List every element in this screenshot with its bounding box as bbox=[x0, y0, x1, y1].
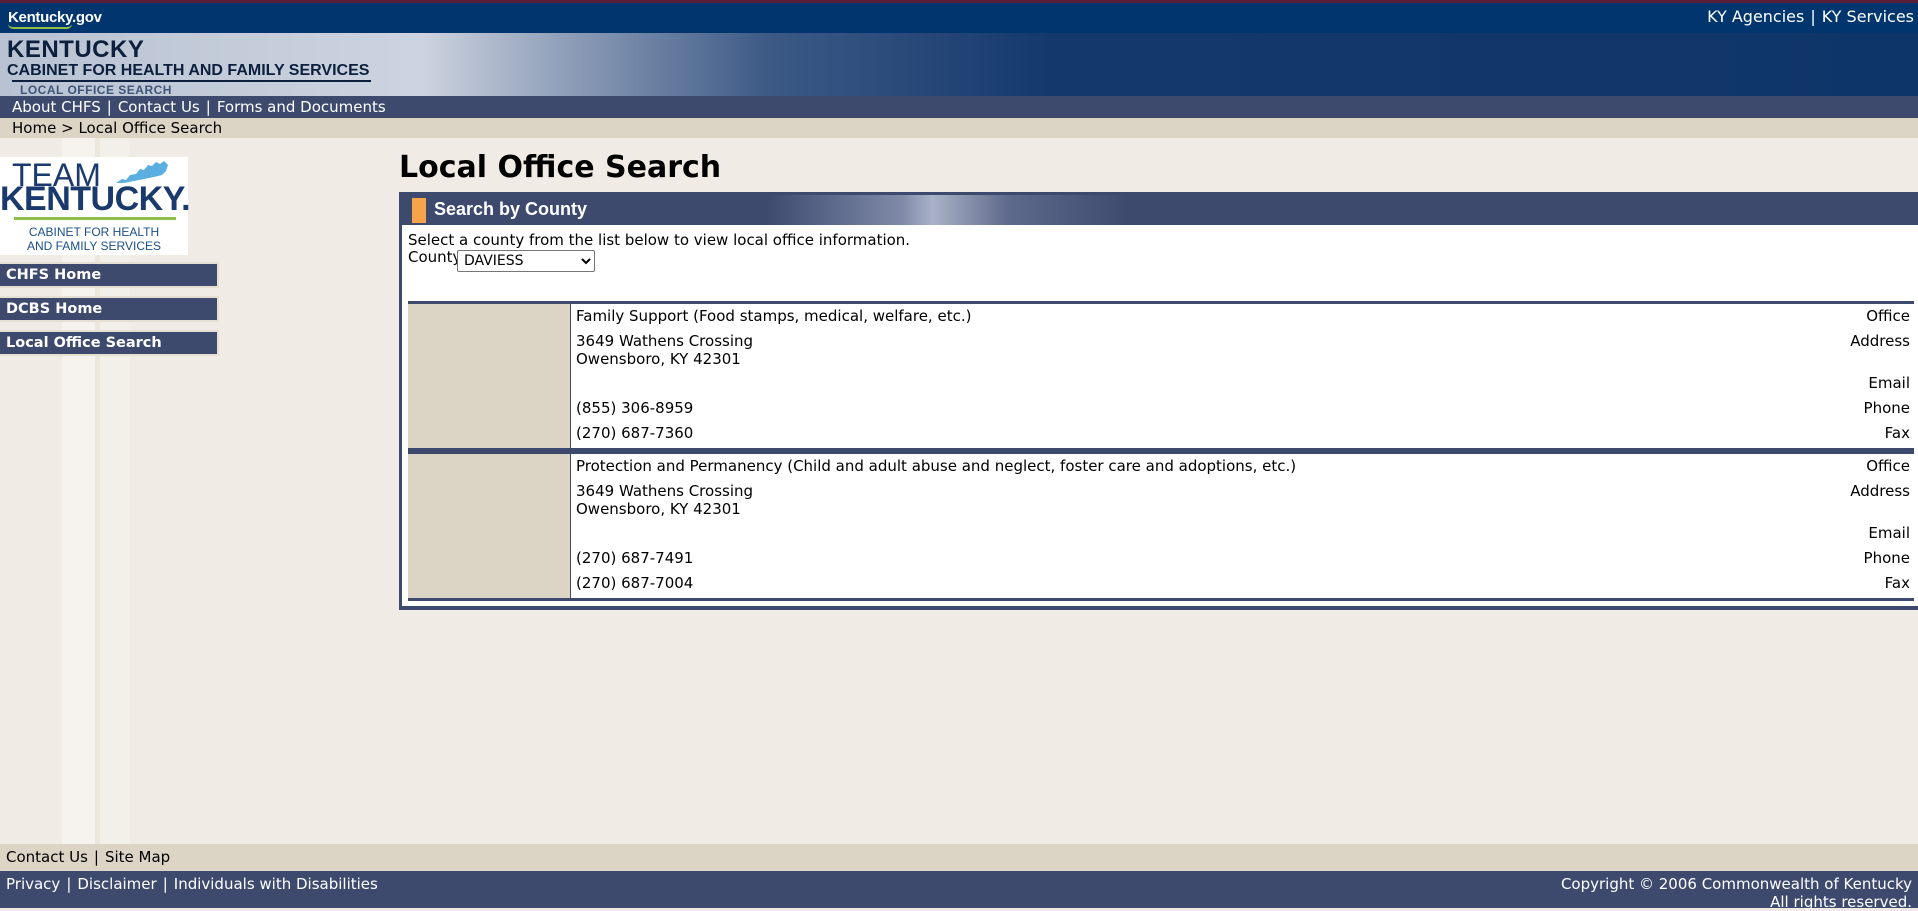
county-label: County bbox=[408, 248, 462, 266]
office-label: Office bbox=[1866, 457, 1910, 475]
address-line2: Owensboro, KY 42301 bbox=[576, 350, 741, 368]
footer-disabilities[interactable]: Individuals with Disabilities bbox=[174, 875, 378, 893]
county-select[interactable]: DAVIESS bbox=[457, 250, 595, 272]
banner-subtitle: LOCAL OFFICE SEARCH bbox=[20, 83, 172, 97]
sidebar-item-dcbs-home[interactable]: DCBS Home bbox=[0, 296, 219, 322]
copyright-line1: Copyright © 2006 Commonwealth of Kentuck… bbox=[1560, 875, 1912, 893]
office-record-2: Office Protection and Permanency (Child a… bbox=[408, 451, 1914, 601]
ky-agencies-link[interactable]: KY Agencies bbox=[1707, 7, 1804, 26]
footer-separator: | bbox=[93, 848, 99, 866]
fax-label: Fax bbox=[1884, 424, 1910, 442]
panel-header: Search by County bbox=[402, 195, 1918, 225]
intro-text: Select a county from the list below to v… bbox=[408, 231, 911, 249]
banner-rule bbox=[12, 80, 371, 82]
banner-cabinet: CABINET FOR HEALTH AND FAMILY SERVICES bbox=[7, 62, 370, 79]
panel-accent bbox=[412, 198, 426, 223]
page-title: Local Office Search bbox=[399, 150, 722, 185]
nav-separator: | bbox=[205, 98, 211, 116]
office-address: 3649 Wathens Crossing Owensboro, KY 42301 bbox=[576, 482, 753, 518]
office-name: Protection and Permanency (Child and adu… bbox=[576, 457, 1297, 475]
county-row: County DAVIESS bbox=[408, 248, 595, 272]
ky-services-link[interactable]: KY Services bbox=[1822, 7, 1914, 26]
office-name: Family Support (Food stamps, medical, we… bbox=[576, 307, 972, 325]
footer-separator: | bbox=[162, 875, 168, 893]
logo-divider bbox=[14, 217, 176, 220]
copyright-line2: All rights reserved. bbox=[1770, 893, 1912, 911]
sidebar-item-chfs-home[interactable]: CHFS Home bbox=[0, 262, 219, 288]
cabinet-banner: KENTUCKY CABINET FOR HEALTH AND FAMILY S… bbox=[0, 33, 1918, 97]
kygov-logo-text: Kentucky.gov bbox=[8, 9, 102, 26]
link-separator: | bbox=[1810, 7, 1816, 26]
footer-links-bar: Contact Us | Site Map bbox=[0, 844, 1918, 871]
sidebar-item-local-office-search[interactable]: Local Office Search bbox=[0, 330, 219, 356]
office-fax: (270) 687-7004 bbox=[576, 574, 694, 592]
top-right-links: KY Agencies | KY Services bbox=[1707, 7, 1914, 26]
email-label: Email bbox=[1868, 524, 1910, 542]
banner-kentucky: KENTUCKY bbox=[7, 36, 145, 63]
kygov-logo-link[interactable]: Kentucky.gov bbox=[8, 9, 102, 29]
breadcrumb: Home > Local Office Search bbox=[0, 118, 1918, 138]
footer-separator: | bbox=[66, 875, 72, 893]
phone-label: Phone bbox=[1863, 399, 1910, 417]
fax-label: Fax bbox=[1884, 574, 1910, 592]
footer-site-map[interactable]: Site Map bbox=[105, 848, 170, 866]
footer-legal-bar: Privacy | Disclaimer | Individuals with Disa… bbox=[0, 871, 1918, 911]
nav-about-chfs[interactable]: About CHFS bbox=[12, 98, 101, 116]
address-label: Address bbox=[1850, 332, 1910, 350]
office-fax: (270) 687-7360 bbox=[576, 424, 694, 442]
logo-sub-line2: AND FAMILY SERVICES bbox=[26, 239, 162, 253]
team-kentucky-logo[interactable]: TEAM KENTUCKY. CABINET FOR HEALTH AND FA… bbox=[0, 157, 191, 255]
search-panel: Search by County Select a county from th… bbox=[399, 192, 1918, 610]
email-label: Email bbox=[1868, 374, 1910, 392]
office-phone: (270) 687-7491 bbox=[576, 549, 694, 567]
office-phone: (855) 306-8959 bbox=[576, 399, 694, 417]
office-record-1: Office Family Support (Food stamps, medic… bbox=[408, 301, 1914, 451]
nav-contact-us[interactable]: Contact Us bbox=[118, 98, 200, 116]
breadcrumb-separator: > bbox=[61, 119, 74, 137]
panel-title: Search by County bbox=[434, 199, 588, 219]
address-label: Address bbox=[1850, 482, 1910, 500]
footer-privacy[interactable]: Privacy bbox=[6, 875, 60, 893]
address-line1: 3649 Wathens Crossing bbox=[576, 482, 754, 500]
copyright: Copyright © 2006 Commonwealth of Kentuck… bbox=[1561, 875, 1912, 911]
address-line1: 3649 Wathens Crossing bbox=[576, 332, 754, 350]
breadcrumb-current: Local Office Search bbox=[78, 119, 223, 137]
address-line2: Owensboro, KY 42301 bbox=[576, 500, 741, 518]
breadcrumb-home[interactable]: Home bbox=[12, 119, 56, 137]
logo-sub-line1: CABINET FOR HEALTH bbox=[28, 225, 160, 239]
logo-kentucky-text: KENTUCKY. bbox=[0, 180, 191, 218]
footer-disclaimer[interactable]: Disclaimer bbox=[77, 875, 156, 893]
phone-label: Phone bbox=[1863, 549, 1910, 567]
sidebar-nav: CHFS Home DCBS Home Local Office Search bbox=[0, 262, 219, 364]
footer-contact-us[interactable]: Contact Us bbox=[6, 848, 88, 866]
nav-forms-documents[interactable]: Forms and Documents bbox=[217, 98, 386, 116]
site-header: Kentucky.gov KY Agencies | KY Services KEN… bbox=[0, 3, 1918, 97]
top-nav: About CHFS | Contact Us | Forms and Document… bbox=[0, 96, 1918, 118]
office-address: 3649 Wathens Crossing Owensboro, KY 42301 bbox=[576, 332, 753, 368]
nav-separator: | bbox=[106, 98, 112, 116]
office-label: Office bbox=[1866, 307, 1910, 325]
